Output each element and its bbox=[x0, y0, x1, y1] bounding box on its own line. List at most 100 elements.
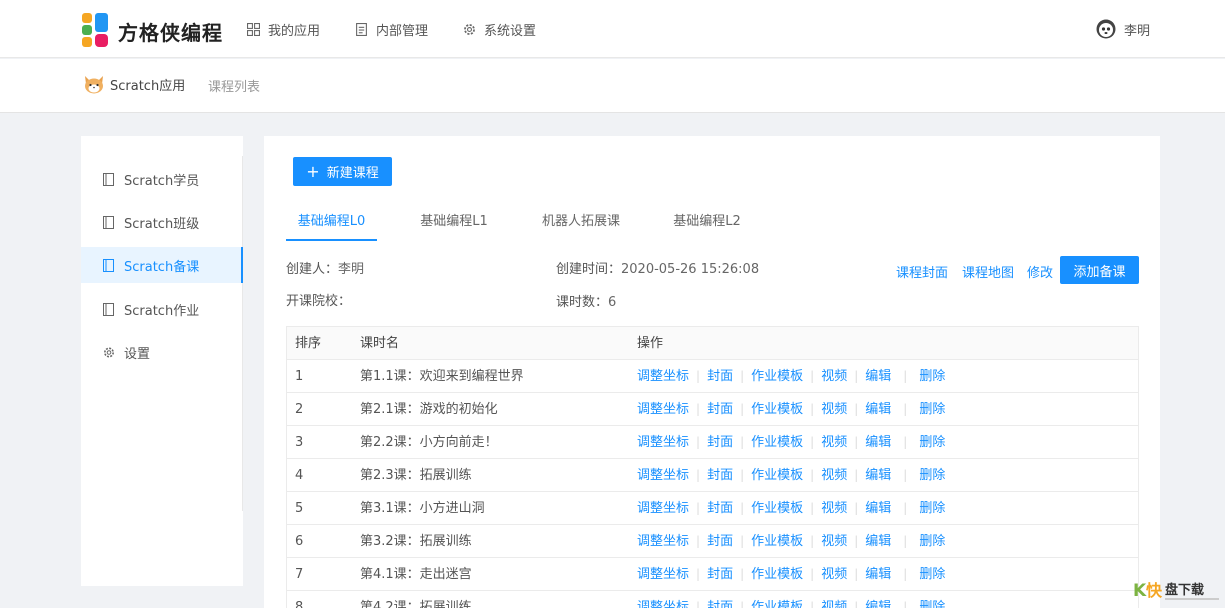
row-order: 7 bbox=[295, 567, 304, 582]
cover-link[interactable]: 封面 bbox=[707, 459, 733, 492]
action-separator: | bbox=[854, 534, 859, 548]
tab-robot-extension[interactable]: 机器人拓展课 bbox=[536, 206, 626, 241]
edit-link[interactable]: 编辑 bbox=[865, 525, 891, 558]
topnav-system-settings[interactable]: 系统设置 bbox=[463, 19, 536, 39]
cover-link[interactable]: 封面 bbox=[707, 393, 733, 426]
delete-link[interactable]: 删除 bbox=[919, 492, 945, 525]
row-actions: 调整坐标 | 封面 | 作业模板 | 视频 | 编辑 | 删除 bbox=[637, 492, 945, 525]
homework-template-link[interactable]: 作业模板 bbox=[751, 393, 803, 426]
action-separator: | bbox=[810, 369, 815, 383]
app-logo[interactable]: 方格侠编程 bbox=[82, 13, 223, 49]
video-link[interactable]: 视频 bbox=[821, 525, 847, 558]
action-separator: | bbox=[854, 501, 859, 515]
course-map-link[interactable]: 课程地图 bbox=[962, 262, 1014, 281]
video-link[interactable]: 视频 bbox=[821, 558, 847, 591]
homework-template-link[interactable]: 作业模板 bbox=[751, 558, 803, 591]
table-row: 5 第3.1课：小方进山洞 调整坐标 | 封面 | 作业模板 | 视频 | 编辑 | 删除 bbox=[287, 492, 1138, 525]
edit-link[interactable]: 编辑 bbox=[865, 591, 891, 608]
lesson-count-info: 课时数：6 bbox=[556, 291, 616, 310]
homework-template-link[interactable]: 作业模板 bbox=[751, 459, 803, 492]
edit-link[interactable]: 编辑 bbox=[865, 426, 891, 459]
topnav-internal-management[interactable]: 内部管理 bbox=[355, 19, 428, 39]
video-link[interactable]: 视频 bbox=[821, 591, 847, 608]
sidebar-item-label: Scratch作业 bbox=[124, 303, 200, 319]
action-separator: | bbox=[740, 435, 745, 449]
edit-link[interactable]: 编辑 bbox=[865, 393, 891, 426]
tab-basic-l2[interactable]: 基础编程L2 bbox=[667, 206, 747, 241]
row-lesson-name: 第3.1课：小方进山洞 bbox=[360, 501, 485, 516]
grid-icon bbox=[247, 22, 260, 36]
sidebar-item-settings[interactable]: 设置 bbox=[81, 334, 243, 370]
topnav-my-apps[interactable]: 我的应用 bbox=[247, 19, 320, 39]
sidebar-item-students[interactable]: Scratch学员 bbox=[81, 161, 243, 197]
video-link[interactable]: 视频 bbox=[821, 393, 847, 426]
adjust-coordinates-link[interactable]: 调整坐标 bbox=[637, 492, 689, 525]
delete-link[interactable]: 删除 bbox=[919, 360, 945, 393]
course-cover-link[interactable]: 课程封面 bbox=[896, 262, 948, 281]
adjust-coordinates-link[interactable]: 调整坐标 bbox=[637, 426, 689, 459]
cover-link[interactable]: 封面 bbox=[707, 426, 733, 459]
svg-text:快: 快 bbox=[1146, 581, 1163, 600]
sidebar-item-homework[interactable]: Scratch作业 bbox=[81, 291, 243, 327]
creator-value: 李明 bbox=[338, 262, 365, 277]
homework-template-link[interactable]: 作业模板 bbox=[751, 492, 803, 525]
edit-link[interactable]: 编辑 bbox=[865, 459, 891, 492]
new-course-button[interactable]: + 新建课程 bbox=[293, 157, 392, 186]
cover-link[interactable]: 封面 bbox=[707, 492, 733, 525]
row-lesson-name: 第4.1课：走出迷宫 bbox=[360, 567, 472, 582]
cover-link[interactable]: 封面 bbox=[707, 525, 733, 558]
edit-link[interactable]: 编辑 bbox=[865, 360, 891, 393]
delete-link[interactable]: 删除 bbox=[919, 426, 945, 459]
delete-link[interactable]: 删除 bbox=[919, 525, 945, 558]
cover-link[interactable]: 封面 bbox=[707, 591, 733, 608]
homework-template-link[interactable]: 作业模板 bbox=[751, 591, 803, 608]
edit-link[interactable]: 编辑 bbox=[865, 492, 891, 525]
adjust-coordinates-link[interactable]: 调整坐标 bbox=[637, 591, 689, 608]
video-link[interactable]: 视频 bbox=[821, 459, 847, 492]
adjust-coordinates-link[interactable]: 调整坐标 bbox=[637, 459, 689, 492]
cat-icon bbox=[85, 76, 103, 94]
delete-link[interactable]: 删除 bbox=[919, 558, 945, 591]
created-time-label: 创建时间： bbox=[556, 262, 622, 277]
cover-link[interactable]: 封面 bbox=[707, 558, 733, 591]
video-link[interactable]: 视频 bbox=[821, 492, 847, 525]
cover-link[interactable]: 封面 bbox=[707, 360, 733, 393]
sidebar-item-classes[interactable]: Scratch班级 bbox=[81, 204, 243, 240]
svg-text:K: K bbox=[1133, 581, 1147, 601]
lesson-count-value: 6 bbox=[608, 295, 617, 310]
row-order: 3 bbox=[295, 435, 304, 450]
video-link[interactable]: 视频 bbox=[821, 426, 847, 459]
homework-template-link[interactable]: 作业模板 bbox=[751, 426, 803, 459]
breadcrumb-app[interactable]: Scratch应用 bbox=[82, 72, 185, 96]
action-separator: | bbox=[903, 567, 908, 581]
add-lesson-prep-button[interactable]: 添加备课 bbox=[1060, 256, 1139, 284]
homework-template-link[interactable]: 作业模板 bbox=[751, 360, 803, 393]
adjust-coordinates-link[interactable]: 调整坐标 bbox=[637, 393, 689, 426]
delete-link[interactable]: 删除 bbox=[919, 459, 945, 492]
watermark-icon: K 快 盘下载 bbox=[1133, 581, 1219, 601]
tab-basic-l0[interactable]: 基础编程L0 bbox=[286, 206, 377, 241]
delete-link[interactable]: 删除 bbox=[919, 393, 945, 426]
edit-course-link[interactable]: 修改 bbox=[1027, 262, 1053, 281]
user-menu[interactable]: 李明 bbox=[1096, 19, 1150, 39]
adjust-coordinates-link[interactable]: 调整坐标 bbox=[637, 558, 689, 591]
topnav-label: 系统设置 bbox=[484, 23, 537, 39]
homework-template-link[interactable]: 作业模板 bbox=[751, 525, 803, 558]
sidebar-item-label: Scratch班级 bbox=[124, 216, 200, 232]
logo-mark-icon bbox=[82, 13, 116, 49]
action-separator: | bbox=[696, 435, 701, 449]
sidebar-item-lesson-prep[interactable]: Scratch备课 bbox=[81, 247, 243, 283]
action-separator: | bbox=[696, 369, 701, 383]
tab-basic-l1[interactable]: 基础编程L1 bbox=[414, 206, 494, 241]
adjust-coordinates-link[interactable]: 调整坐标 bbox=[637, 525, 689, 558]
sidebar-item-label: 设置 bbox=[124, 346, 151, 362]
course-tabs: 基础编程L0 基础编程L1 机器人拓展课 基础编程L2 bbox=[286, 206, 1138, 241]
delete-link[interactable]: 删除 bbox=[919, 591, 945, 608]
adjust-coordinates-link[interactable]: 调整坐标 bbox=[637, 360, 689, 393]
edit-link[interactable]: 编辑 bbox=[865, 558, 891, 591]
top-navigation-bar: 方格侠编程 我的应用 内部管理 系统设置 李明 bbox=[0, 0, 1225, 58]
action-separator: | bbox=[696, 600, 701, 608]
book-icon bbox=[103, 215, 114, 229]
video-link[interactable]: 视频 bbox=[821, 360, 847, 393]
action-separator: | bbox=[854, 435, 859, 449]
